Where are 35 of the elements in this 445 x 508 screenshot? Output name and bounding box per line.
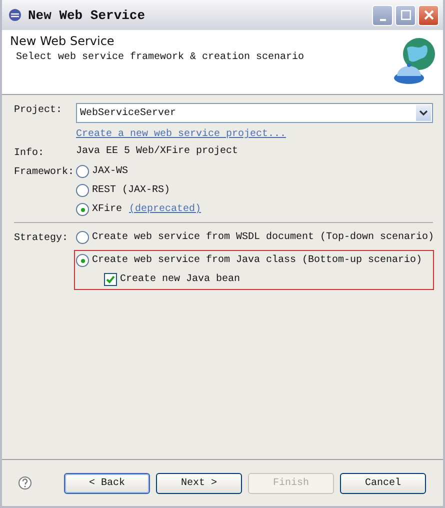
- maximize-button[interactable]: [395, 4, 416, 26]
- close-icon: [424, 10, 434, 20]
- globe-bell-icon: [393, 36, 437, 86]
- radio-button[interactable]: [76, 203, 89, 216]
- wizard-button[interactable]: Next >: [156, 472, 242, 494]
- field-label: Info:: [14, 146, 46, 159]
- minimize-button[interactable]: [372, 4, 393, 26]
- radio-label: JAX-WS: [92, 166, 128, 177]
- radio-button[interactable]: [76, 231, 89, 244]
- checkbox[interactable]: [104, 273, 117, 286]
- radio-label: REST (JAX-RS): [92, 185, 170, 196]
- help-icon[interactable]: [18, 476, 32, 490]
- radio-label: Create web service from WSDL document (Top-down scenario): [92, 232, 434, 243]
- page-title: New Web Service: [10, 34, 116, 48]
- deprecated-link[interactable]: (deprecated): [129, 204, 202, 215]
- radio-button[interactable]: [76, 184, 89, 197]
- create-project-link[interactable]: Create a new web service project...: [76, 129, 433, 140]
- minimize-icon: [380, 18, 386, 20]
- window-title: New Web Service: [28, 8, 146, 22]
- radio-label: Create web service from Java class (Bottom-up scenario): [92, 255, 422, 266]
- wizard-button[interactable]: Cancel: [340, 472, 426, 494]
- info-text: Java EE 5 Web/XFire project: [76, 146, 240, 157]
- radio-button[interactable]: [76, 165, 89, 178]
- radio-label: XFire: [92, 204, 122, 215]
- wizard-button[interactable]: < Back: [64, 472, 150, 494]
- field-label: Project:: [14, 104, 64, 116]
- project-dropdown[interactable]: WebServiceServer: [76, 103, 433, 123]
- radio-button[interactable]: [76, 254, 89, 267]
- field-label: Framework:: [14, 166, 76, 178]
- close-button[interactable]: [418, 4, 439, 26]
- checkbox-label: Create new Java bean: [120, 274, 240, 285]
- field-label: Strategy:: [14, 232, 70, 244]
- maximize-icon: [400, 10, 410, 20]
- page-description: Select web service framework & creation scenario: [15, 52, 304, 63]
- eclipse-icon: [8, 8, 22, 22]
